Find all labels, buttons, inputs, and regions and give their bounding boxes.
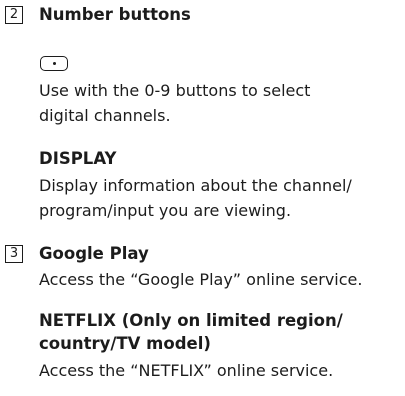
dot-button-desc-line-2: digital channels. xyxy=(39,106,171,125)
dot-button-icon xyxy=(40,56,68,71)
section-title-number-buttons: Number buttons xyxy=(39,5,191,24)
dot-icon xyxy=(52,61,56,65)
section-title-google-play: Google Play xyxy=(39,244,149,263)
netflix-desc: Access the “NETFLIX” online service. xyxy=(39,361,334,380)
display-desc-line-1: Display information about the channel/ xyxy=(39,176,352,195)
google-play-desc: Access the “Google Play” online service. xyxy=(39,270,363,289)
manual-page: 2 Number buttons Use with the 0-9 button… xyxy=(0,0,405,396)
section-number-box: 2 xyxy=(5,6,23,24)
dot-button-desc-line-1: Use with the 0-9 buttons to select xyxy=(39,81,311,100)
netflix-title-line-2: country/TV model) xyxy=(39,334,211,353)
display-desc-line-2: program/input you are viewing. xyxy=(39,201,292,220)
display-title: DISPLAY xyxy=(39,149,117,168)
section-number-box: 3 xyxy=(5,245,23,263)
netflix-title-line-1: NETFLIX (Only on limited region/ xyxy=(39,311,343,330)
